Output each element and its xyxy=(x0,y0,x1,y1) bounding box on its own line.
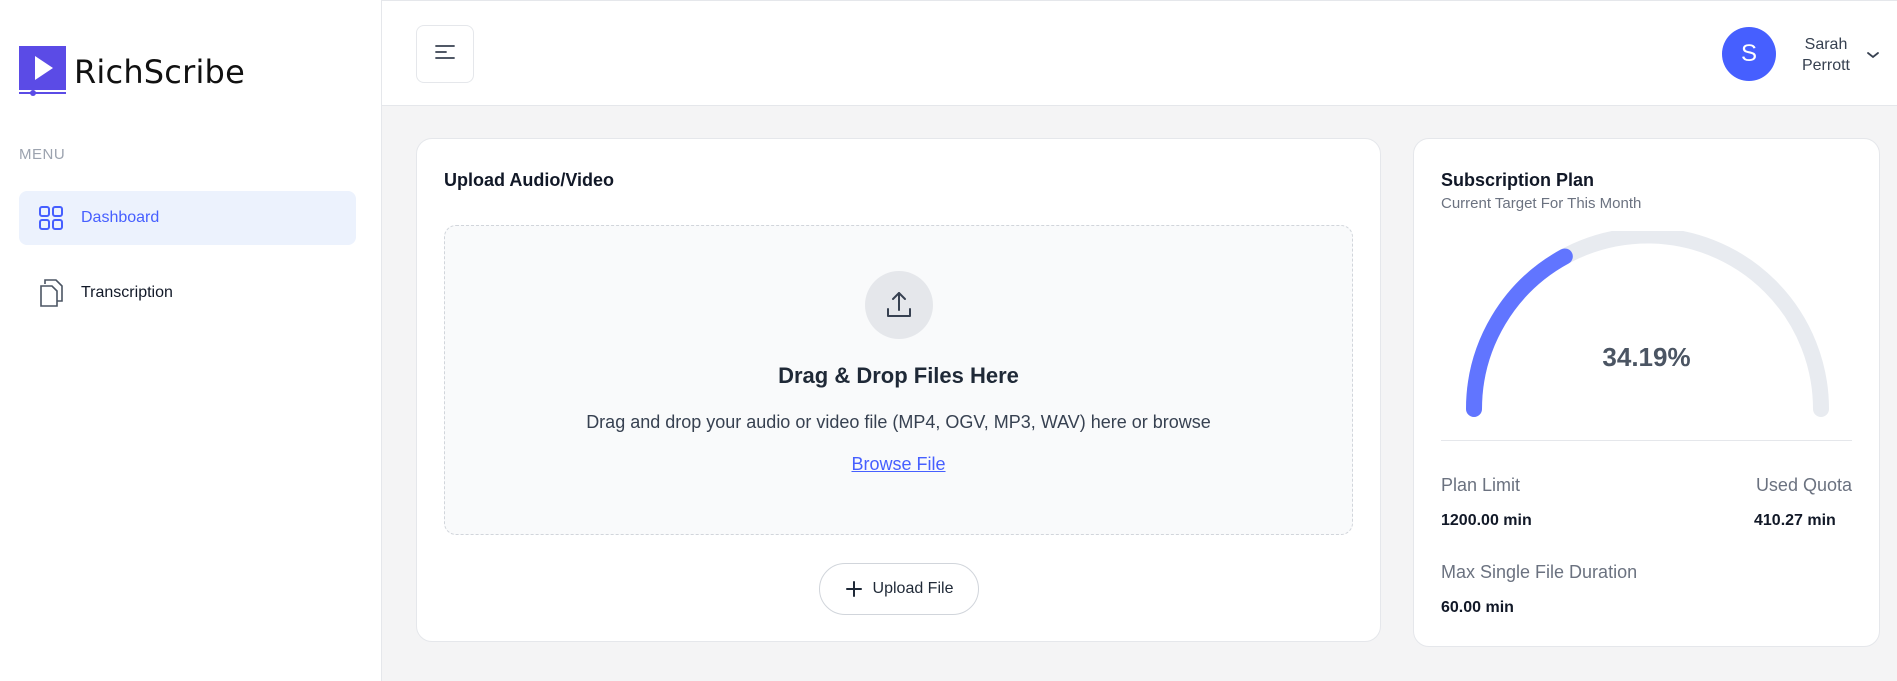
play-logo-icon xyxy=(19,46,66,98)
avatar[interactable]: S xyxy=(1722,27,1776,81)
max-file-duration-label: Max Single File Duration xyxy=(1441,562,1638,582)
plus-icon xyxy=(845,580,863,598)
gauge-track xyxy=(1466,231,1829,417)
brand-name: RichScribe xyxy=(74,53,245,91)
sidebar-item-label: Transcription xyxy=(81,284,173,301)
used-quota-label: Used Quota xyxy=(1755,475,1852,495)
gauge-fill xyxy=(1466,248,1573,417)
sidebar-item-dashboard[interactable]: Dashboard xyxy=(19,191,356,245)
documents-icon xyxy=(38,279,64,307)
plan-card-subtitle: Current Target For This Month xyxy=(1441,195,1642,212)
menu-section-label: MENU xyxy=(19,146,66,163)
top-header: S Sarah Perrott xyxy=(382,0,1897,106)
upload-icon xyxy=(865,271,933,339)
browse-file-link[interactable]: Browse File xyxy=(445,454,1352,475)
divider xyxy=(1441,440,1852,441)
sidebar-item-label: Dashboard xyxy=(81,209,160,226)
user-first-name: Sarah xyxy=(1804,36,1848,53)
upload-file-button-label: Upload File xyxy=(872,580,954,597)
subscription-plan-card: Subscription Plan Current Target For Thi… xyxy=(1413,138,1880,647)
usage-gauge xyxy=(1466,231,1829,417)
plan-card-title: Subscription Plan xyxy=(1441,170,1595,190)
plan-limit-label: Plan Limit xyxy=(1441,475,1521,495)
gauge-percent-value: 34.19% xyxy=(1602,342,1691,372)
user-last-name: Perrott xyxy=(1801,57,1850,74)
dropzone-description: Drag and drop your audio or video file (… xyxy=(586,412,1211,432)
upload-card-title: Upload Audio/Video xyxy=(444,170,614,190)
used-quota-value: 410.27 min xyxy=(1754,512,1836,529)
upload-file-button[interactable]: Upload File xyxy=(819,563,979,615)
upload-card: Upload Audio/Video Drag & Drop Files Her… xyxy=(416,138,1381,642)
sidebar-toggle-button[interactable] xyxy=(416,25,474,83)
dropzone-title: Drag & Drop Files Here xyxy=(778,363,1019,388)
chevron-down-icon[interactable] xyxy=(1866,47,1880,65)
brand-logo[interactable]: RichScribe xyxy=(19,46,245,98)
sidebar-item-transcription[interactable]: Transcription xyxy=(19,266,356,320)
menu-lines-icon xyxy=(434,44,456,65)
sidebar: RichScribe MENU Dashboard Transcription xyxy=(0,0,382,681)
user-name[interactable]: Sarah Perrott xyxy=(1784,34,1868,76)
plan-limit-value: 1200.00 min xyxy=(1441,512,1532,529)
grid-icon xyxy=(38,205,64,231)
file-dropzone[interactable]: Drag & Drop Files Here Drag and drop you… xyxy=(444,225,1353,535)
max-file-duration-value: 60.00 min xyxy=(1441,599,1514,616)
